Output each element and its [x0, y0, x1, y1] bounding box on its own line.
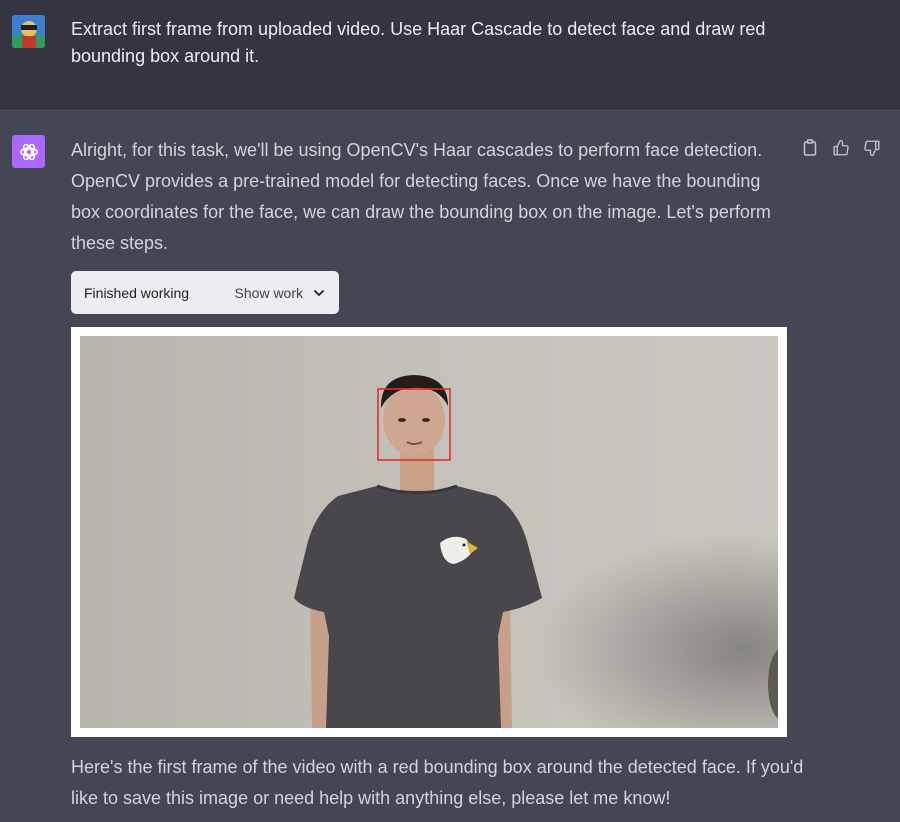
- assistant-intro-text: Alright, for this task, we'll be using O…: [71, 140, 771, 253]
- work-status-label: Finished working: [84, 284, 190, 301]
- user-message-text: Extract first frame from uploaded video.…: [71, 19, 766, 66]
- assistant-message-row: Alright, for this task, we'll be using O…: [0, 109, 900, 822]
- user-avatar-icon: [12, 15, 45, 48]
- thumbs-down-icon[interactable]: [861, 137, 882, 158]
- message-actions: [799, 137, 882, 158]
- first-frame-image: [80, 336, 778, 728]
- thumbs-up-icon[interactable]: [830, 137, 851, 158]
- chevron-down-icon: [314, 289, 324, 296]
- copy-icon[interactable]: [799, 137, 820, 158]
- result-image-frame: [71, 327, 787, 737]
- user-message-row: Extract first frame from uploaded video.…: [0, 0, 900, 109]
- show-work-toggle[interactable]: Finished working Show work: [71, 271, 339, 314]
- assistant-followup-text: Here's the first frame of the video with…: [71, 757, 804, 808]
- show-work-label: Show work: [234, 284, 303, 301]
- openai-logo-icon: [12, 135, 45, 168]
